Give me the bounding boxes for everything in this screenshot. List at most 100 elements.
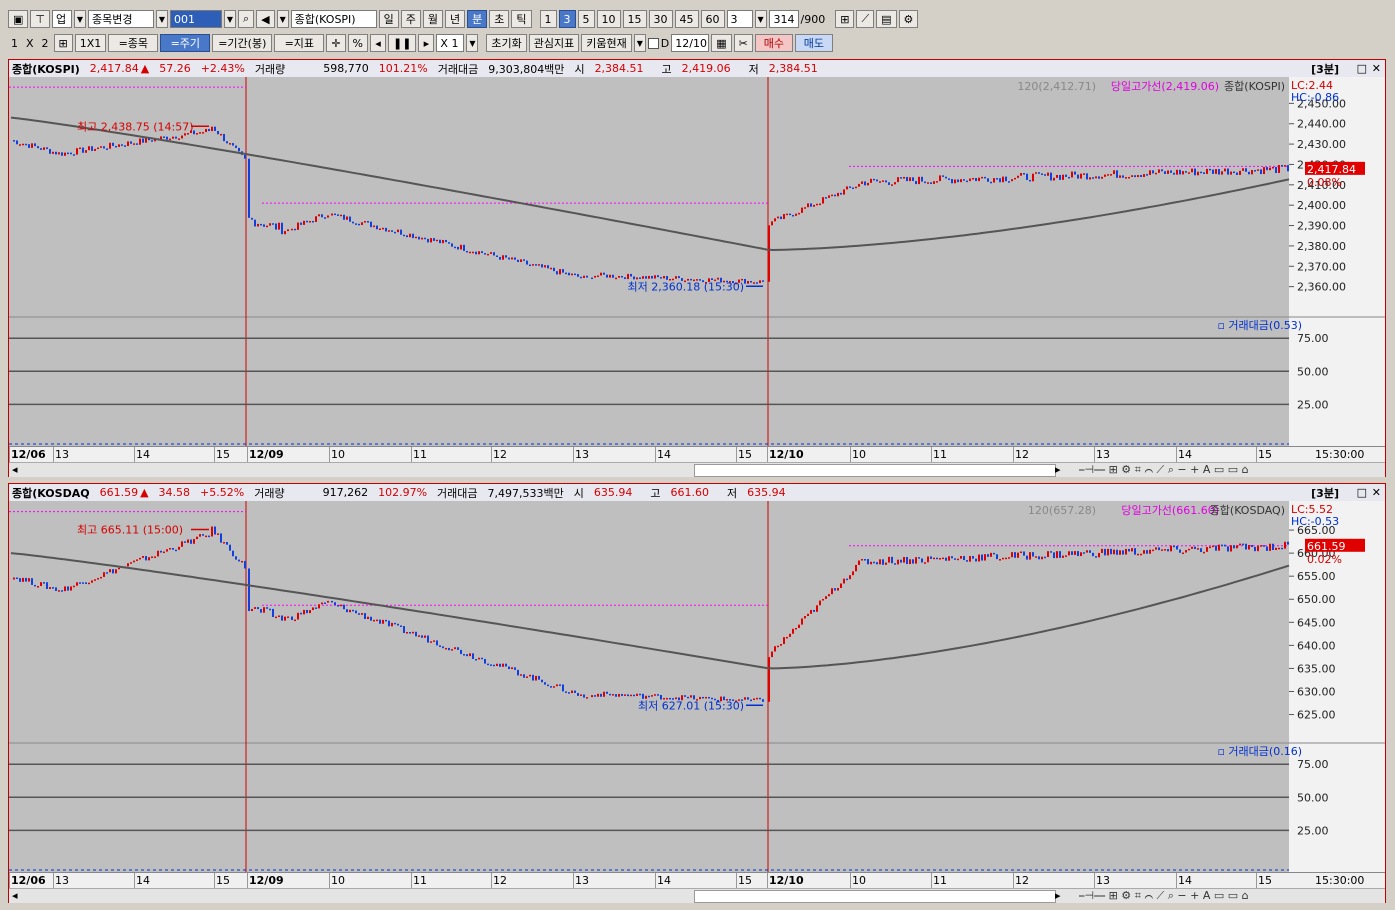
calendar-icon[interactable]: ▦: [711, 34, 732, 52]
scroll-left-icon[interactable]: ◂: [12, 463, 18, 476]
percent-button[interactable]: %: [347, 34, 368, 52]
candle: [591, 277, 593, 280]
candle: [58, 152, 60, 155]
candle: [1191, 546, 1193, 549]
speaker-icon[interactable]: ◀: [256, 10, 275, 28]
interval-5[interactable]: 5: [577, 10, 595, 28]
crosshair-icon[interactable]: ✛: [326, 34, 346, 52]
layout-x[interactable]: X: [23, 37, 37, 50]
candle: [1209, 168, 1211, 171]
horizontal-scrollbar[interactable]: ◂ ▸ ⎯⊣⎯⎯ ⊞ ⚙ ⌗ ⌒ ⟋ ⌕ − + A ▭ ▭ ⌂: [9, 888, 1385, 903]
period-day[interactable]: 일: [378, 10, 399, 28]
scroll-thumb[interactable]: [694, 464, 1056, 477]
scroll-thumb[interactable]: [694, 890, 1056, 903]
time-label: 15:30:00: [1315, 874, 1365, 887]
reset-button[interactable]: 초기화: [486, 34, 527, 52]
chevron-down-icon[interactable]: ▼: [224, 10, 236, 28]
eq-item-button[interactable]: =종목: [108, 34, 159, 52]
candle: [31, 578, 33, 585]
candle: [996, 178, 998, 180]
prev-icon[interactable]: ◂: [369, 34, 386, 52]
tool-strip[interactable]: ⎯⊣⎯⎯ ⊞ ⚙ ⌗ ⌒ ⟋ ⌕ − + A ▭ ▭ ⌂: [1079, 463, 1249, 477]
period-month[interactable]: 월: [422, 10, 444, 28]
interval-select[interactable]: 3: [726, 10, 753, 28]
scroll-right-icon[interactable]: ▸: [1055, 463, 1061, 476]
date-input[interactable]: 12/10: [671, 34, 710, 52]
candle: [1185, 550, 1187, 553]
market-type-select[interactable]: 업: [52, 10, 72, 28]
chart-canvas[interactable]: 665.00660.00655.00650.00645.00640.00635.…: [9, 501, 1385, 872]
grid-1x1-button[interactable]: 1X1: [74, 34, 107, 52]
chevron-down-icon[interactable]: ▼: [466, 34, 479, 52]
horizontal-scrollbar[interactable]: ◂ ▸ ⎯⊣⎯⎯ ⊞ ⚙ ⌗ ⌒ ⟋ ⌕ − + A ▭ ▭ ⌂: [9, 462, 1385, 477]
scissors-icon[interactable]: ✂: [733, 34, 753, 52]
zoom-select[interactable]: X 1: [436, 34, 465, 52]
tool-strip[interactable]: ⎯⊣⎯⎯ ⊞ ⚙ ⌗ ⌒ ⟋ ⌕ − + A ▭ ▭ ⌂: [1079, 889, 1249, 903]
pin-icon[interactable]: ⊤: [30, 10, 50, 28]
interval-15[interactable]: 15: [622, 10, 647, 28]
interval-10[interactable]: 10: [596, 10, 621, 28]
candle-tool-icon[interactable]: ⊞: [835, 10, 855, 28]
candle: [987, 554, 989, 557]
candle: [831, 194, 833, 197]
layout-2[interactable]: 2: [39, 37, 52, 50]
chart-canvas[interactable]: 2,450.002,440.002,430.002,420.002,410.00…: [9, 77, 1385, 446]
chevron-down-icon[interactable]: ▼: [754, 10, 767, 28]
eq-range-button[interactable]: =기간(봉): [212, 34, 273, 52]
grid-icon[interactable]: ⊞: [53, 34, 73, 52]
candle: [786, 636, 788, 639]
code-input[interactable]: 001: [170, 10, 222, 28]
save-icon[interactable]: ▤: [876, 10, 897, 28]
date-tick: [1256, 447, 1257, 462]
item-change-select[interactable]: 종목변경: [88, 10, 154, 28]
scroll-left-icon[interactable]: ◂: [12, 889, 18, 902]
close-icon[interactable]: ✕: [1372, 62, 1381, 75]
sell-button[interactable]: 매도: [794, 34, 833, 52]
date-label: 11: [413, 448, 427, 461]
interval-30[interactable]: 30: [648, 10, 673, 28]
candle: [1236, 172, 1238, 175]
trend-tool-icon[interactable]: ⟋: [856, 10, 875, 28]
eq-period-button[interactable]: =주기: [160, 34, 211, 52]
interval-3[interactable]: 3: [558, 10, 576, 28]
candle: [115, 569, 117, 574]
date-tick: [9, 873, 10, 888]
close-icon[interactable]: ✕: [1372, 486, 1381, 499]
period-year[interactable]: 년: [445, 10, 466, 28]
next-icon[interactable]: ▸: [418, 34, 435, 52]
maximize-icon[interactable]: □: [1357, 62, 1367, 75]
candle: [903, 556, 905, 563]
candle: [22, 577, 24, 582]
period-second[interactable]: 초: [489, 10, 510, 28]
maximize-icon[interactable]: □: [1357, 486, 1367, 499]
search-icon[interactable]: ⌕: [238, 10, 255, 28]
buy-button[interactable]: 매수: [754, 34, 793, 52]
sub-tick-label: 50.00: [1297, 791, 1329, 804]
pause-icon[interactable]: ❚❚: [387, 34, 417, 52]
window-icon[interactable]: ▣: [8, 10, 29, 28]
candle: [166, 549, 168, 552]
watch-indicator-button[interactable]: 관심지표: [528, 34, 580, 52]
candle: [275, 223, 277, 230]
kiwoom-now-button[interactable]: 키움현재: [581, 34, 632, 52]
d-checkbox[interactable]: [647, 37, 659, 49]
layout-1[interactable]: 1: [8, 37, 21, 50]
gear-icon[interactable]: ⚙: [898, 10, 919, 28]
chevron-down-icon[interactable]: ▼: [74, 10, 86, 28]
candle: [783, 637, 785, 645]
chevron-down-icon[interactable]: ▼: [633, 34, 646, 52]
interval-60[interactable]: 60: [700, 10, 725, 28]
interval-1[interactable]: 1: [539, 10, 557, 28]
period-week[interactable]: 주: [400, 10, 421, 28]
scroll-right-icon[interactable]: ▸: [1055, 889, 1061, 902]
period-minute[interactable]: 분: [467, 10, 488, 28]
chevron-down-icon[interactable]: ▼: [156, 10, 168, 28]
date-tick: [1176, 447, 1177, 462]
period-tick[interactable]: 틱: [511, 10, 532, 28]
chevron-down-icon[interactable]: ▼: [276, 10, 289, 28]
eq-indicator-button[interactable]: =지표: [274, 34, 325, 52]
candle: [960, 556, 962, 559]
candle: [382, 619, 384, 624]
interval-45[interactable]: 45: [674, 10, 699, 28]
count-input[interactable]: 314: [768, 10, 799, 28]
